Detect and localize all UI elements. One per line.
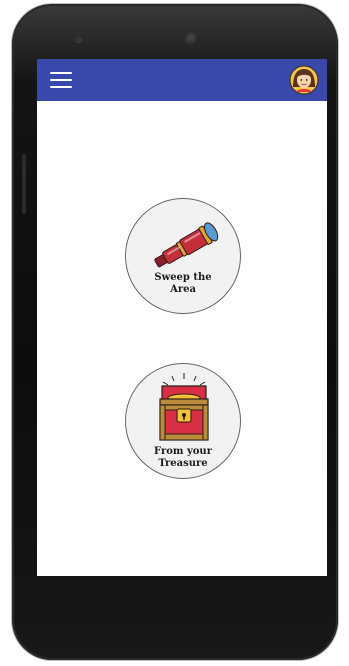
from-treasure-label-line2: Treasure	[158, 458, 208, 469]
from-treasure-label-line1: From your	[154, 446, 212, 457]
avatar-icon[interactable]	[289, 65, 319, 95]
sweep-area-label-line1: Sweep the	[154, 272, 212, 283]
app-bar	[37, 59, 327, 101]
sweep-area-label: Sweep the Area	[134, 272, 232, 296]
app-screen: Sweep the Area From your Treasure	[37, 59, 327, 576]
phone-side-button	[22, 154, 26, 214]
from-treasure-label: From your Treasure	[134, 446, 232, 470]
phone-speaker	[76, 37, 82, 43]
sweep-area-button[interactable]: Sweep the Area	[125, 198, 241, 314]
from-treasure-button[interactable]: From your Treasure	[125, 363, 241, 479]
sweep-area-label-line2: Area	[170, 284, 196, 295]
phone-camera	[185, 32, 199, 46]
menu-icon[interactable]	[50, 72, 72, 88]
telescope-icon	[126, 199, 242, 319]
